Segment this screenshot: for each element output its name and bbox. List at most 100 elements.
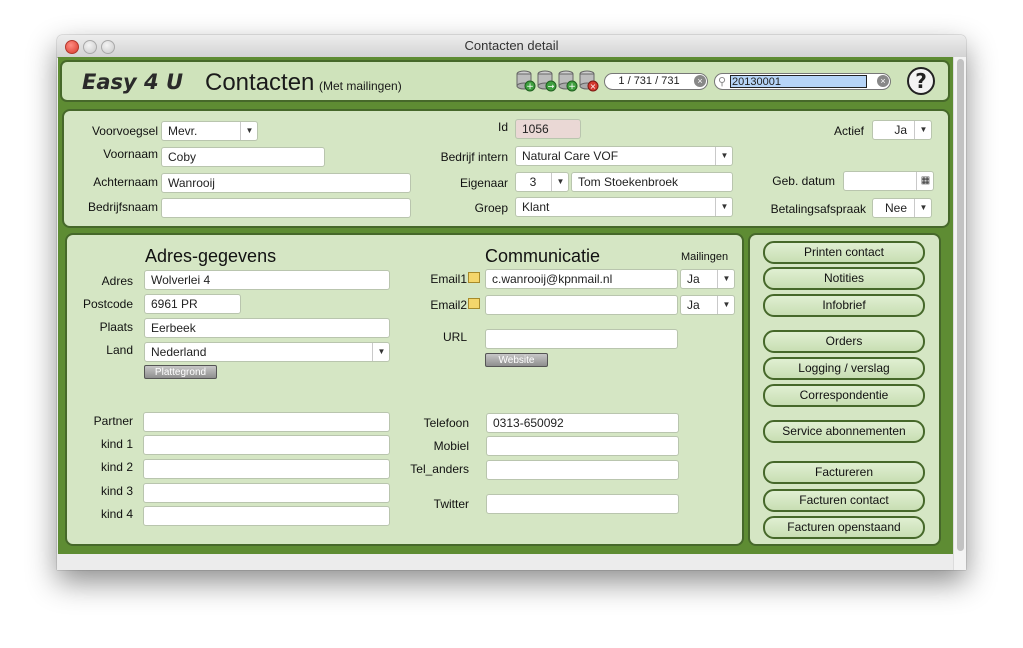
groep-select[interactable]: Klant ▼ <box>515 197 733 217</box>
kind2-label: kind 2 <box>100 460 133 474</box>
chevron-down-icon[interactable]: ▼ <box>914 121 931 139</box>
kind2-field[interactable] <box>143 459 390 479</box>
record-counter: 1 / 731 / 731 × <box>604 73 708 90</box>
logging-verslag-button[interactable]: Logging / verslag <box>763 357 925 380</box>
chevron-down-icon[interactable]: ▼ <box>715 198 732 216</box>
mobiel-label: Mobiel <box>433 439 469 453</box>
bedrijf-intern-select[interactable]: Natural Care VOF ▼ <box>515 146 733 166</box>
window-title: Contacten detail <box>464 38 559 53</box>
geb-datum-field[interactable]: ▦ <box>843 171 934 191</box>
plaats-field[interactable]: Eerbeek <box>144 318 390 338</box>
search-input[interactable]: 20130001 <box>730 75 867 88</box>
plaats-label: Plaats <box>99 320 133 334</box>
notities-button[interactable]: Notities <box>763 267 925 290</box>
contact-info-panel: Voorvoegsel Mevr. ▼ Voornaam Coby Achtern… <box>62 109 950 228</box>
kind3-label: kind 3 <box>100 484 133 498</box>
svg-text:+: + <box>568 82 576 92</box>
partner-field[interactable] <box>143 412 390 432</box>
correspondentie-button[interactable]: Correspondentie <box>763 384 925 407</box>
bedrijfsnaam-field[interactable] <box>161 198 411 218</box>
telefoon-field[interactable]: 0313-650092 <box>486 413 679 433</box>
land-value: Nederland <box>151 345 207 359</box>
email-compose-icon[interactable] <box>468 272 480 283</box>
email2-label: Email2 <box>430 298 467 312</box>
id-label: Id <box>497 120 508 134</box>
groep-label: Groep <box>474 201 508 215</box>
printen-contact-button[interactable]: Printen contact <box>763 241 925 264</box>
search-icon: ⚲ <box>718 76 727 88</box>
vertical-scrollbar[interactable] <box>953 57 966 570</box>
land-select[interactable]: Nederland ▼ <box>144 342 390 362</box>
contact-detail-window: Contacten detail Easy 4 U Contacten (Met… <box>57 35 966 570</box>
record-toolbar: + → + × <box>516 70 599 92</box>
details-panel: Adres-gegevens Adres Wolverlei 4 Postcod… <box>65 233 744 546</box>
chevron-down-icon[interactable]: ▼ <box>717 270 734 288</box>
service-abonnementen-button[interactable]: Service abonnementen <box>763 420 925 443</box>
scrollbar-thumb[interactable] <box>957 59 964 551</box>
voornaam-label: Voornaam <box>103 147 158 161</box>
chevron-down-icon[interactable]: ▼ <box>240 122 257 140</box>
chevron-down-icon[interactable]: ▼ <box>372 343 389 361</box>
kind4-field[interactable] <box>143 506 390 526</box>
email1-field[interactable]: c.wanrooij@kpnmail.nl <box>485 269 678 289</box>
help-button[interactable]: ? <box>907 67 935 95</box>
factureren-button[interactable]: Factureren <box>763 461 925 484</box>
svg-text:→: → <box>548 82 555 91</box>
email1-mailing-select[interactable]: Ja ▼ <box>680 269 735 289</box>
eigenaar-number-select[interactable]: 3 ▼ <box>515 172 569 192</box>
orders-button[interactable]: Orders <box>763 330 925 353</box>
plattegrond-button[interactable]: Plattegrond <box>144 365 217 379</box>
tel-anders-label: Tel_anders <box>410 462 469 476</box>
infobrief-button[interactable]: Infobrief <box>763 294 925 317</box>
email2-mailing-select[interactable]: Ja ▼ <box>680 295 735 315</box>
chevron-down-icon[interactable]: ▼ <box>715 147 732 165</box>
voornaam-field[interactable]: Coby <box>161 147 325 167</box>
id-field: 1056 <box>515 119 581 139</box>
eigenaar-name-field[interactable]: Tom Stoekenbroek <box>571 172 733 192</box>
betalingsafspraak-label: Betalingsafspraak <box>770 202 866 216</box>
email2-field[interactable] <box>485 295 678 315</box>
header-bar: Easy 4 U Contacten (Met mailingen) + → +… <box>60 60 950 102</box>
postcode-field[interactable]: 6961 PR <box>144 294 241 314</box>
twitter-field[interactable] <box>486 494 679 514</box>
database-plus-icon[interactable]: + <box>516 70 536 92</box>
actief-select[interactable]: Ja ▼ <box>872 120 932 140</box>
actief-value: Ja <box>894 123 907 137</box>
kind3-field[interactable] <box>143 483 390 503</box>
geb-datum-label: Geb. datum <box>772 174 835 188</box>
facturen-openstaand-button[interactable]: Facturen openstaand <box>763 516 925 539</box>
website-button[interactable]: Website <box>485 353 548 367</box>
page-subtitle: (Met mailingen) <box>319 79 402 93</box>
chevron-down-icon[interactable]: ▼ <box>914 199 931 217</box>
database-add-icon[interactable]: → <box>537 70 557 92</box>
url-field[interactable] <box>485 329 678 349</box>
clear-search-icon[interactable]: × <box>877 75 889 87</box>
betalingsafspraak-select[interactable]: Nee ▼ <box>872 198 932 218</box>
calendar-icon[interactable]: ▦ <box>916 172 933 190</box>
url-label: URL <box>442 330 467 344</box>
brand-logo: Easy 4 U <box>82 70 183 94</box>
bedrijf-intern-value: Natural Care VOF <box>522 149 619 163</box>
chevron-down-icon[interactable]: ▼ <box>551 173 568 191</box>
tel-anders-field[interactable] <box>486 460 679 480</box>
voorvoegsel-select[interactable]: Mevr. ▼ <box>161 121 258 141</box>
land-label: Land <box>106 343 133 357</box>
email1-label: Email1 <box>430 272 467 286</box>
groep-value: Klant <box>522 200 550 214</box>
adres-label: Adres <box>101 274 133 288</box>
kind1-field[interactable] <box>143 435 390 455</box>
search-box[interactable]: ⚲ 20130001 × <box>714 73 891 90</box>
chevron-down-icon[interactable]: ▼ <box>717 296 734 314</box>
achternaam-label: Achternaam <box>93 175 158 189</box>
partner-label: Partner <box>93 414 133 428</box>
clear-counter-icon[interactable]: × <box>694 75 706 87</box>
database-delete-icon[interactable]: × <box>579 70 599 92</box>
achternaam-field[interactable]: Wanrooij <box>161 173 411 193</box>
mobiel-field[interactable] <box>486 436 679 456</box>
facturen-contact-button[interactable]: Facturen contact <box>763 489 925 512</box>
database-duplicate-icon[interactable]: + <box>558 70 578 92</box>
email-compose-icon[interactable] <box>468 298 480 309</box>
kind1-label: kind 1 <box>100 437 133 451</box>
page-title: Contacten <box>205 69 315 96</box>
adres-field[interactable]: Wolverlei 4 <box>144 270 390 290</box>
